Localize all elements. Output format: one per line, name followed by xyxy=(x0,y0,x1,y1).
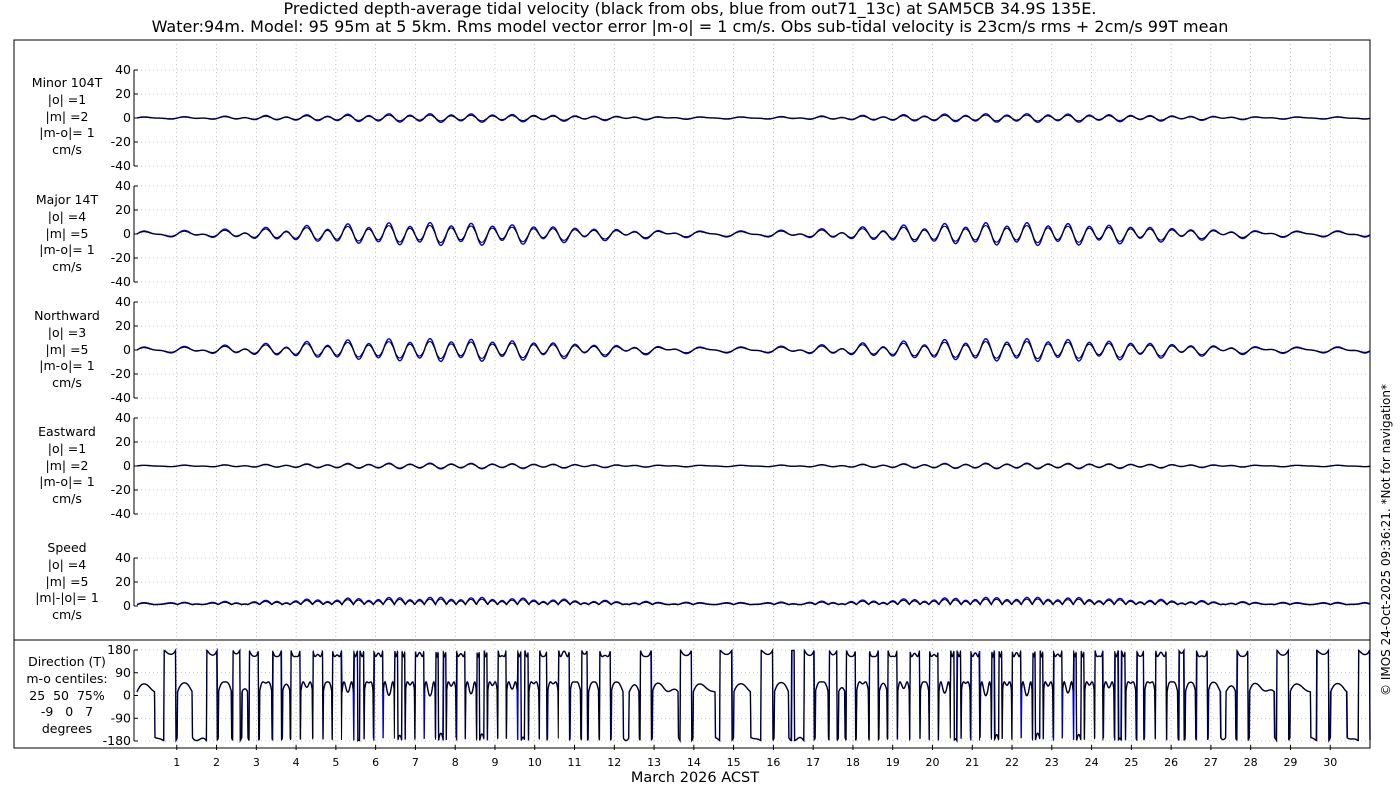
x-tick-label: 6 xyxy=(372,756,379,769)
panel-label-eastward: Eastward |o| =1 |m| =2 |m-o|= 1 cm/s xyxy=(38,424,96,507)
x-tick-label: 30 xyxy=(1323,756,1337,769)
panel-label-direction: Direction (T) m-o centiles: 25 50 75% -9… xyxy=(26,654,108,737)
x-tick-label: 20 xyxy=(925,756,939,769)
x-tick-label: 18 xyxy=(846,756,860,769)
x-tick-label: 7 xyxy=(412,756,419,769)
panel-label-minor: Minor 104T |o| =1 |m| =2 |m-o|= 1 cm/s xyxy=(31,75,103,158)
x-tick-label: 4 xyxy=(293,756,300,769)
y-tick-label-minor: -40 xyxy=(111,158,131,173)
x-tick-label: 17 xyxy=(806,756,820,769)
x-tick-label: 5 xyxy=(332,756,339,769)
y-tick-label-east: -40 xyxy=(111,506,131,521)
panel-label-major: Major 14T |o| =4 |m| =5 |m-o|= 1 cm/s xyxy=(35,192,99,275)
tidal-velocity-figure: 1 2 3 4 5 6 7 8 9 10 11 12 13 14 15 16 17 18 19 20 21 22 23 24 2… xyxy=(13,39,1371,769)
x-axis-label: March 2026 ACST xyxy=(630,770,760,786)
x-tick-label: 14 xyxy=(687,756,701,769)
x-tick-label: 12 xyxy=(607,756,621,769)
panel-label-northward: Northward |o| =3 |m| =5 |m-o|= 1 cm/s xyxy=(34,308,100,391)
y-tick-label-north: 40 xyxy=(115,294,131,309)
x-tick-label: 26 xyxy=(1164,756,1178,769)
x-tick-label: 22 xyxy=(1005,756,1019,769)
x-tick-label: 13 xyxy=(647,756,661,769)
x-tick-label: 29 xyxy=(1283,756,1297,769)
x-tick-label: 2 xyxy=(213,756,220,769)
x-tick-label: 3 xyxy=(253,756,260,769)
series-obs-minor xyxy=(136,114,1371,122)
x-tick-label: 27 xyxy=(1204,756,1218,769)
upper-frame xyxy=(13,39,1371,641)
x-tick-label: 25 xyxy=(1124,756,1138,769)
y-tick-label-major: 40 xyxy=(115,178,131,193)
series-obs-east xyxy=(136,463,1370,469)
x-tick-label: 28 xyxy=(1244,756,1258,769)
x-tick-label: 10 xyxy=(528,756,542,769)
panel-label-speed: Speed |o| =4 |m| =5 |m|-|o|= 1 cm/s xyxy=(35,540,99,623)
y-tick-label-north: -40 xyxy=(111,390,131,405)
x-tick-label: 9 xyxy=(491,756,498,769)
x-tick-label: 21 xyxy=(965,756,979,769)
x-tick-label: 24 xyxy=(1085,756,1099,769)
copyright-notice: © IMOS 24-Oct-2025 09:36:21. *Not for na… xyxy=(1379,384,1393,696)
x-tick-label: 16 xyxy=(766,756,780,769)
y-tick-label-east: 40 xyxy=(115,410,131,425)
x-tick-label: 11 xyxy=(568,756,582,769)
x-tick-label: 8 xyxy=(452,756,459,769)
x-tick-label: 19 xyxy=(886,756,900,769)
x-tick-label: 1 xyxy=(173,756,180,769)
x-tick-label: 15 xyxy=(727,756,741,769)
y-tick-label-major: -40 xyxy=(111,274,131,289)
x-tick-label: 23 xyxy=(1045,756,1059,769)
